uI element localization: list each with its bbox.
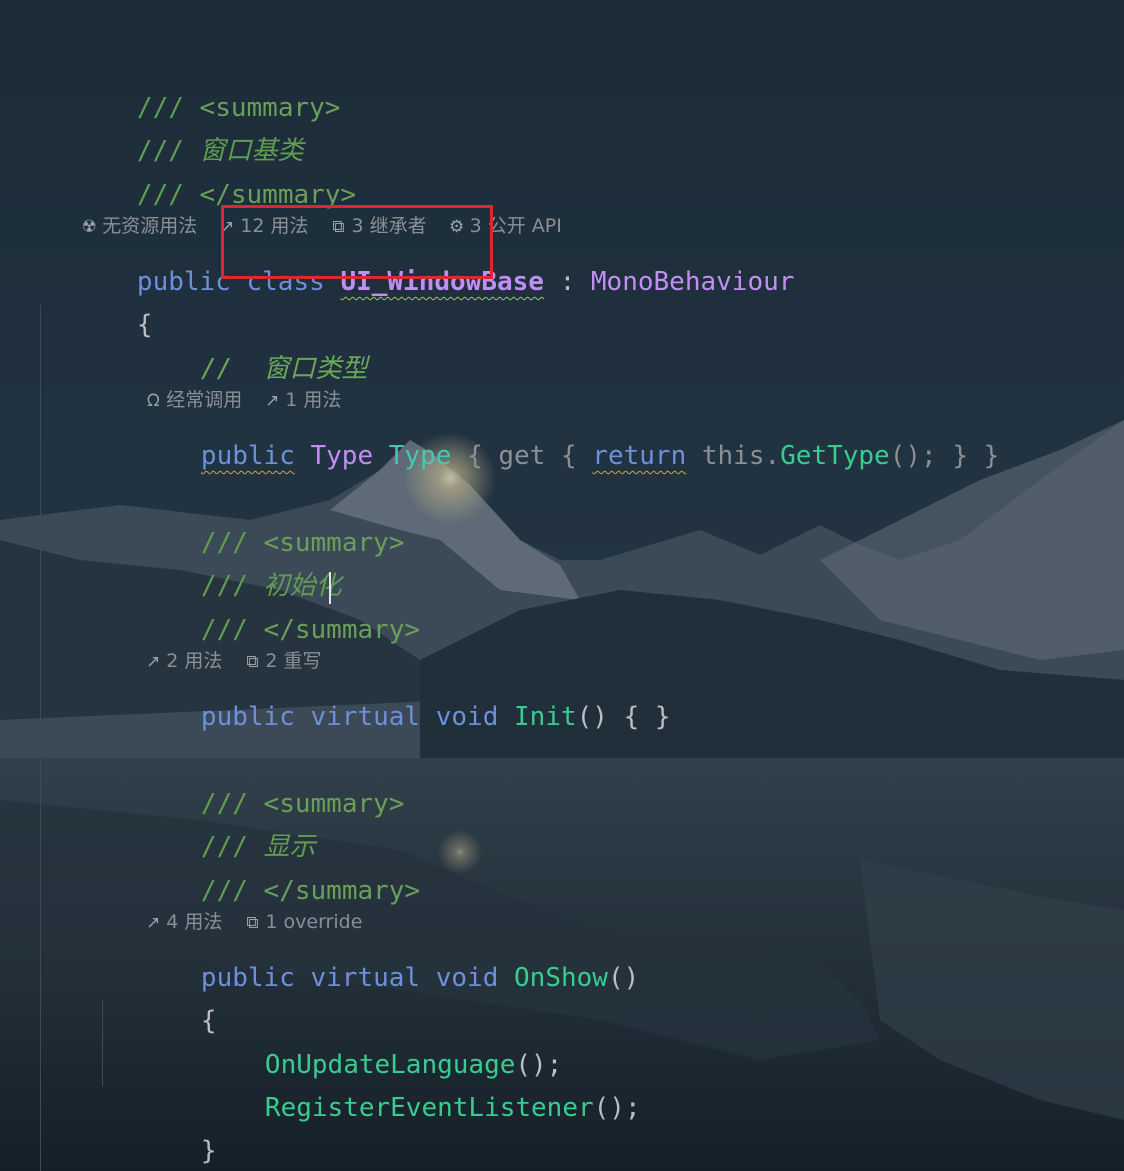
code-line-onshow[interactable]: public virtual void OnShow() — [107, 914, 639, 993]
code-line[interactable]: /// </summary> — [107, 566, 420, 645]
this-access: this. — [686, 441, 781, 471]
code-line[interactable]: /// <summary> — [107, 479, 405, 558]
method-call[interactable]: RegisterEventListener — [265, 1093, 594, 1123]
punctuation: () — [607, 963, 640, 993]
editor-viewport[interactable]: /// <summary> /// 窗口基类 /// </summary> ☢ 无… — [0, 0, 1124, 1171]
code-line[interactable]: /// 窗口基类 — [43, 87, 304, 166]
text-caret — [329, 572, 331, 604]
keyword: virtual — [310, 963, 421, 993]
property-name[interactable]: Type — [389, 441, 452, 471]
method-call[interactable]: GetType — [780, 441, 890, 471]
base-class[interactable]: MonoBehaviour — [591, 267, 795, 297]
close-brace: } — [200, 1136, 217, 1166]
code-line[interactable]: /// 显示 — [107, 783, 316, 862]
method-name[interactable]: Init — [514, 702, 577, 732]
code-line[interactable]: // 窗口类型 — [107, 305, 368, 384]
code-line[interactable]: } — [107, 1087, 217, 1166]
code-editor[interactable]: /// <summary> /// 窗口基类 /// </summary> ☢ 无… — [0, 0, 1124, 1171]
code-line[interactable]: /// <summary> — [107, 740, 405, 819]
colon: : — [559, 267, 576, 297]
code-line-init[interactable]: public virtual void Init() { } — [107, 653, 671, 732]
type-inlay-hints[interactable]: ᘯ 经常调用 ↗ 1 用法 — [107, 358, 361, 411]
keyword: virtual — [310, 702, 421, 732]
keyword: return — [592, 441, 687, 471]
annotation-highlight-box — [221, 205, 493, 279]
punctuation: (); — [593, 1093, 641, 1123]
code-line[interactable]: /// </summary> — [107, 827, 420, 906]
keyword: public — [200, 441, 295, 471]
keyword: public — [200, 702, 295, 732]
code-line[interactable]: /// </summary> — [43, 131, 356, 210]
code-line[interactable]: RegisterEventListener(); — [171, 1044, 641, 1123]
punctuation: (); } } — [889, 441, 1000, 471]
getter: { get { — [467, 441, 593, 471]
code-line[interactable]: OnUpdateLanguage(); — [171, 1001, 562, 1080]
init-inlay-hints[interactable]: ↗ 2 用法 ⧉ 2 重写 — [107, 619, 342, 672]
method-name[interactable]: OnShow — [514, 963, 608, 993]
code-line[interactable]: { — [107, 957, 217, 1036]
keyword: void — [435, 702, 499, 732]
type-name: Type — [310, 441, 374, 471]
code-line[interactable]: { — [43, 261, 153, 340]
code-line[interactable]: /// <summary> — [43, 44, 341, 123]
punctuation: () { } — [576, 702, 671, 732]
code-line[interactable]: /// 初始化 — [107, 522, 342, 601]
code-line-type-property[interactable]: public Type Type { get { return this.Get… — [107, 392, 999, 471]
onshow-inlay-hints[interactable]: ↗ 4 用法 ⧉ 1 override — [107, 880, 382, 933]
keyword: void — [435, 963, 499, 993]
